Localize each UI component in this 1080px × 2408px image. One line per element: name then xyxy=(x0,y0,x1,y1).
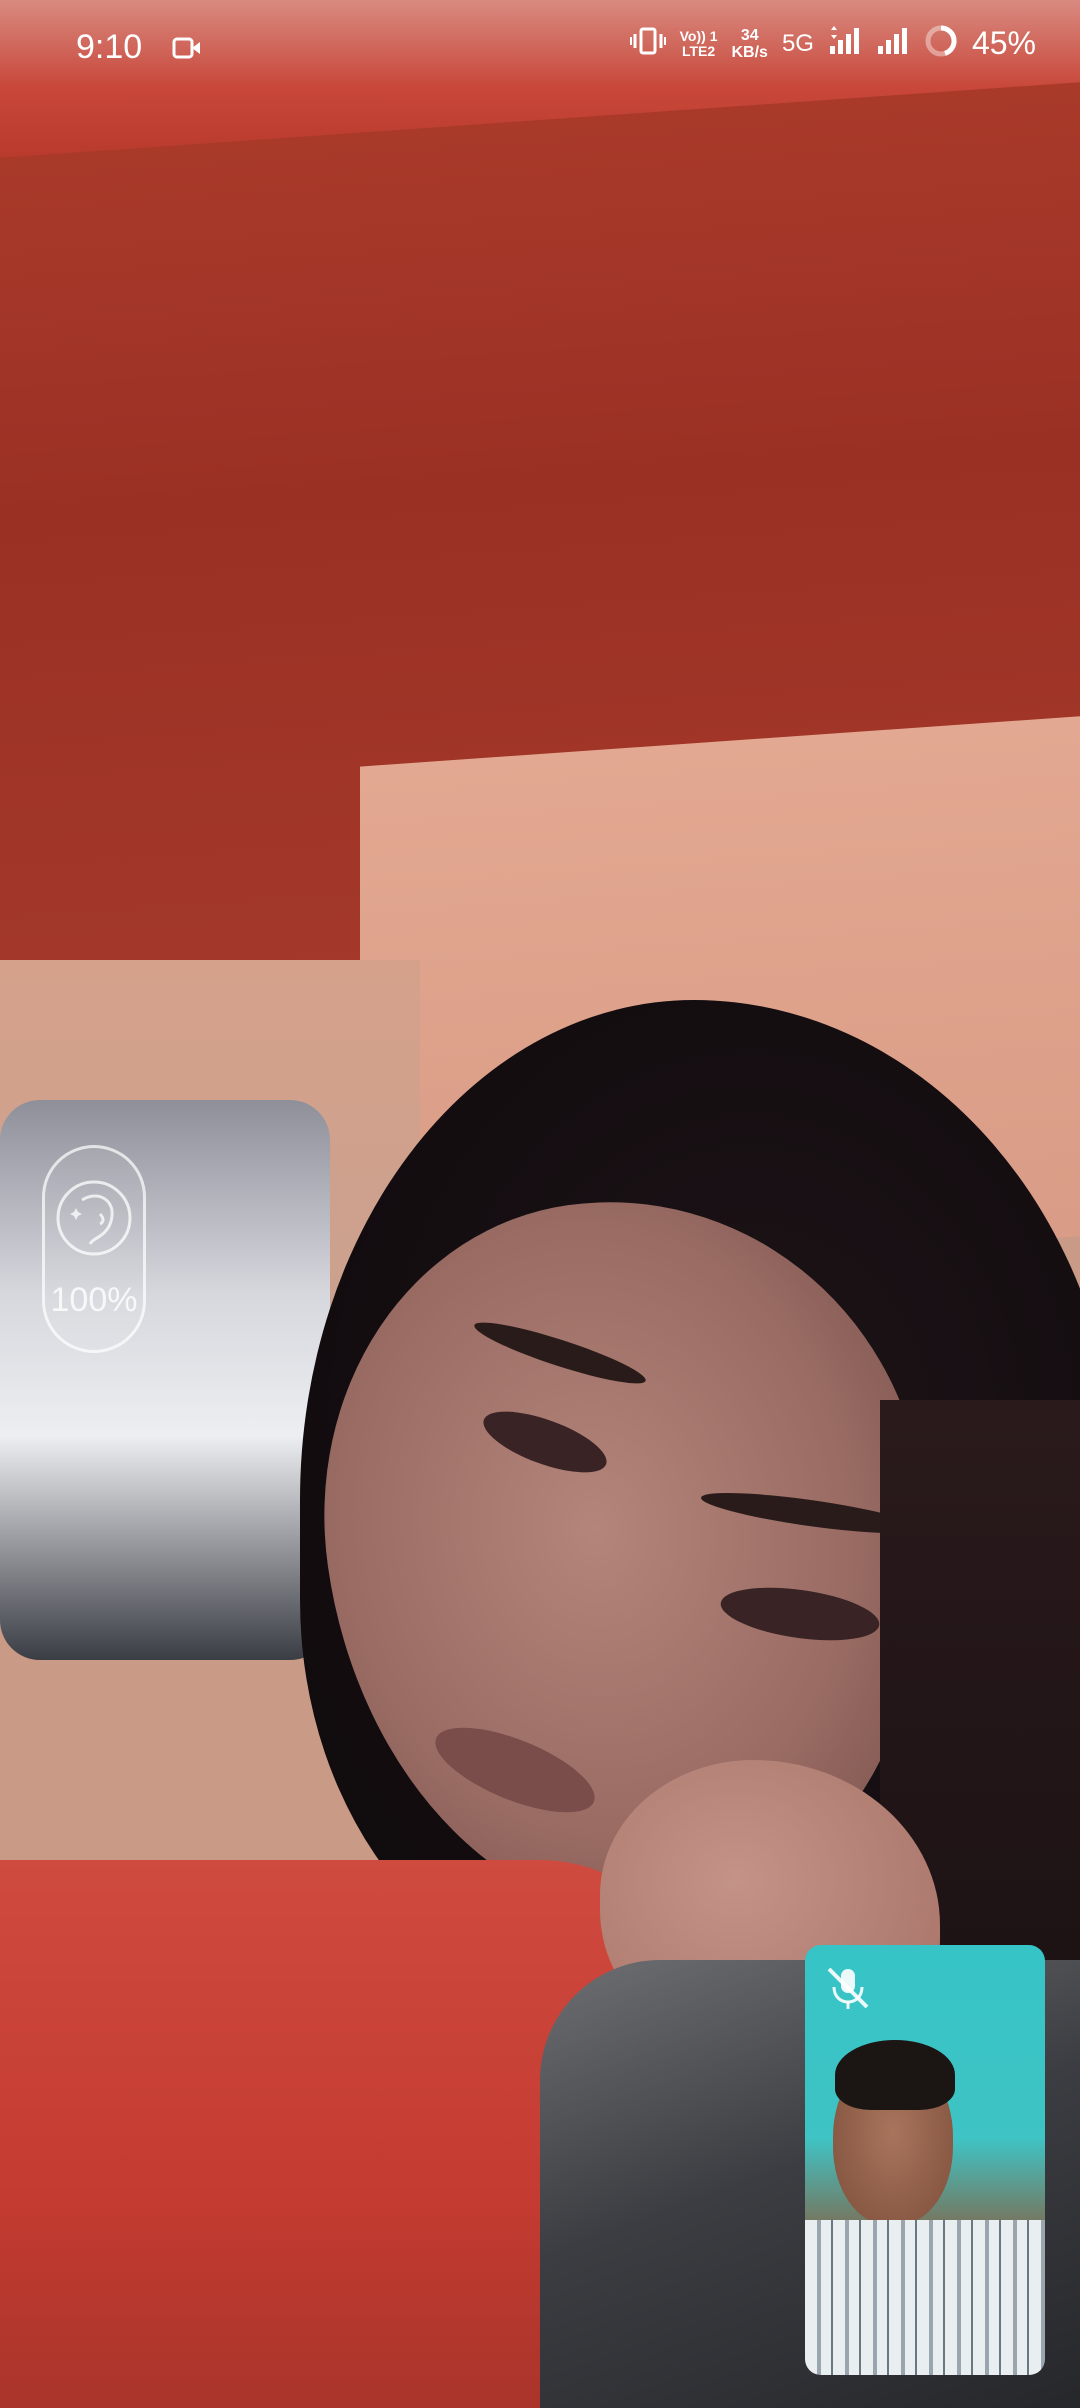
data-speed: 34 KB/s xyxy=(731,27,767,61)
beauty-filter-toggle[interactable]: 100% xyxy=(42,1145,146,1353)
vibrate-icon xyxy=(629,26,666,61)
network-type: 5G xyxy=(781,29,814,57)
self-view-subject xyxy=(835,2040,955,2110)
beauty-level: 100% xyxy=(50,1281,138,1319)
volte-label: Vo)) 1 xyxy=(679,27,718,44)
battery-icon xyxy=(924,24,958,63)
battery-percent: 45% xyxy=(971,25,1036,61)
self-view-subject xyxy=(805,2220,1045,2375)
mic-off-icon xyxy=(823,1963,873,2013)
volte-indicator: Vo)) 1 LTE2 xyxy=(679,27,718,59)
speed-value: 34 xyxy=(740,26,759,44)
signal-icon xyxy=(828,26,862,61)
status-time: 9:10 xyxy=(76,28,143,66)
self-view-pip[interactable] xyxy=(805,1945,1045,2375)
signal-icon-2 xyxy=(876,26,910,61)
video-camera-icon xyxy=(172,36,202,60)
status-icons: Vo)) 1 LTE2 34 KB/s 5G 45% xyxy=(629,24,1036,63)
lte-label: LTE2 xyxy=(681,42,716,59)
speed-unit: KB/s xyxy=(731,43,768,61)
face-beauty-icon xyxy=(54,1178,134,1263)
status-bar: 9:10 Vo)) 1 LTE2 34 KB/s 5G 45% xyxy=(0,0,1080,100)
